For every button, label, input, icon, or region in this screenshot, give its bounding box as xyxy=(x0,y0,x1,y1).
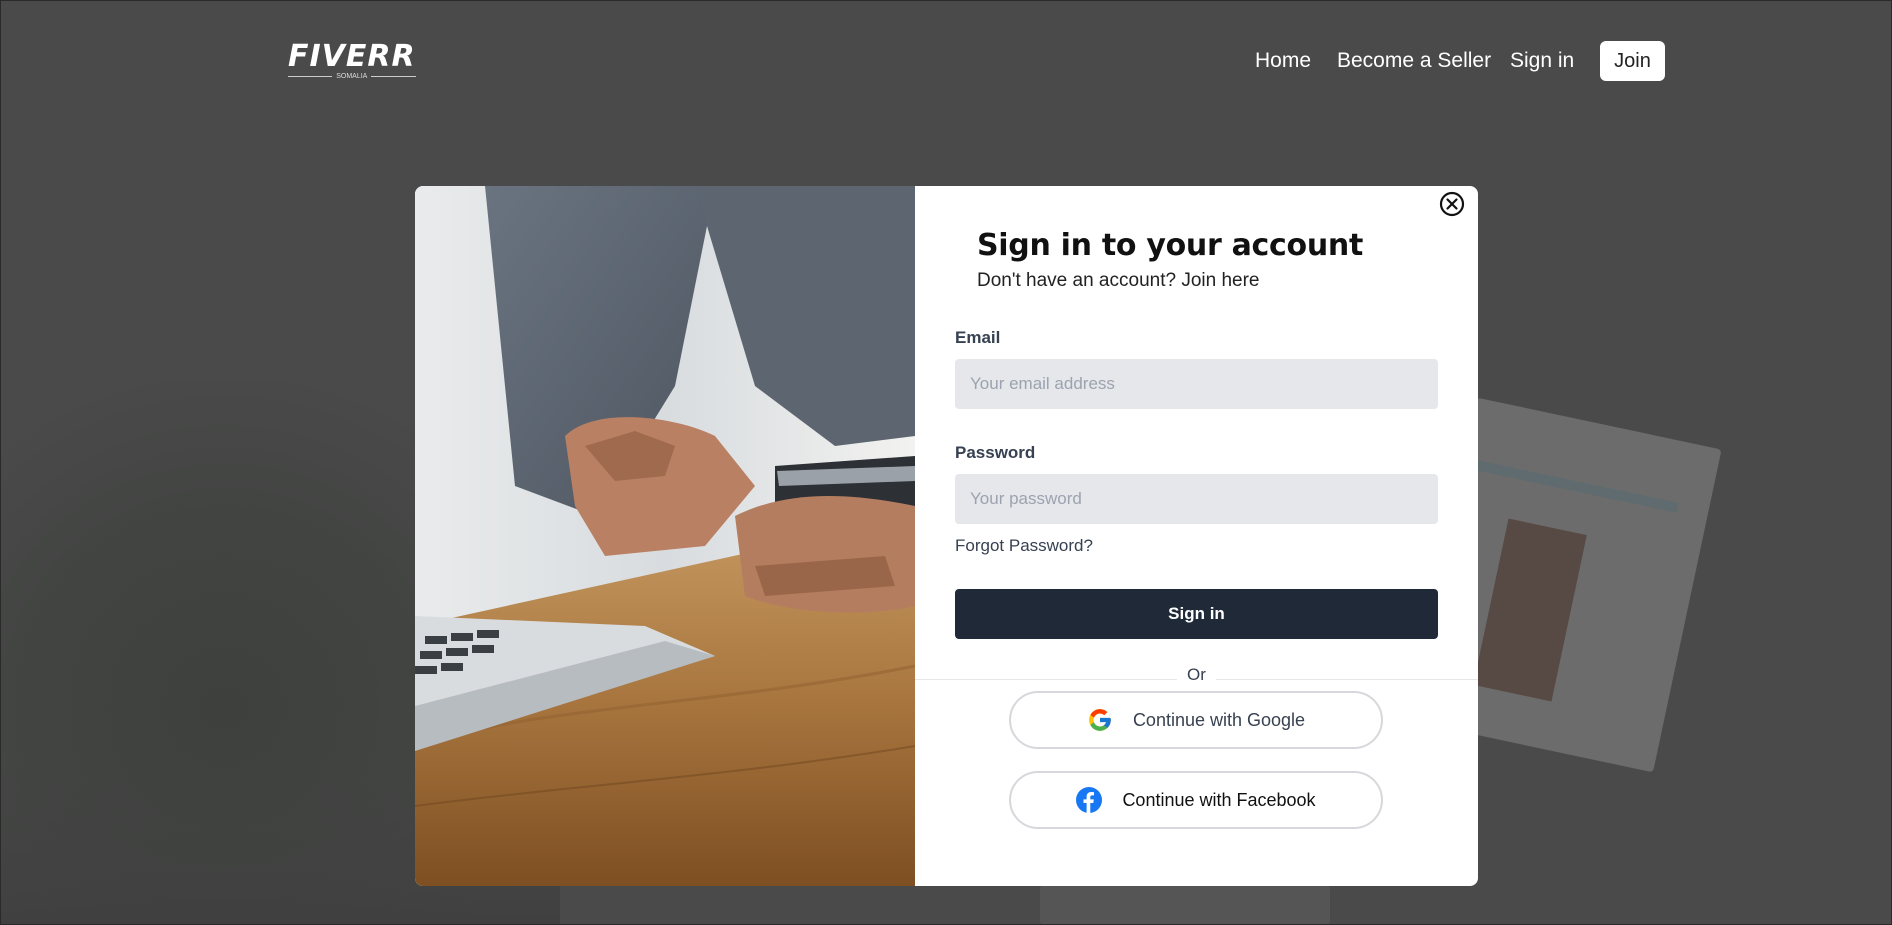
close-modal-button[interactable] xyxy=(1439,191,1465,217)
google-button-label: Continue with Google xyxy=(1132,709,1306,730)
close-icon xyxy=(1439,191,1465,217)
sign-in-button[interactable]: Sign in xyxy=(955,589,1438,639)
modal-hero-photo xyxy=(415,186,915,886)
continue-with-facebook-button[interactable]: Continue with Facebook xyxy=(1009,771,1383,829)
sign-in-modal: Sign in to your account Don't have an ac… xyxy=(415,186,1478,886)
sign-in-form-pane: Sign in to your account Don't have an ac… xyxy=(915,186,1478,886)
email-input[interactable] xyxy=(955,359,1438,409)
nav-home-link[interactable]: Home xyxy=(1255,49,1311,73)
join-button[interactable]: Join xyxy=(1600,41,1665,81)
nav-sign-in-link[interactable]: Sign in xyxy=(1510,49,1574,73)
facebook-button-label: Continue with Facebook xyxy=(1122,789,1316,810)
google-icon xyxy=(1087,707,1113,733)
password-label: Password xyxy=(955,443,1036,462)
forgot-password-link[interactable]: Forgot Password? xyxy=(955,536,1093,556)
continue-with-google-button[interactable]: Continue with Google xyxy=(1009,691,1383,749)
email-label: Email xyxy=(955,328,1001,347)
facebook-icon xyxy=(1076,787,1103,813)
background-keyboard xyxy=(1040,885,1330,925)
modal-title: Sign in to your account xyxy=(977,228,1363,263)
password-input[interactable] xyxy=(955,474,1438,524)
or-divider: Or xyxy=(915,665,1478,685)
nav-become-seller-link[interactable]: Become a Seller xyxy=(1337,49,1491,73)
join-here-link[interactable]: Don't have an account? Join here xyxy=(977,270,1260,292)
or-label: Or xyxy=(1177,665,1216,684)
